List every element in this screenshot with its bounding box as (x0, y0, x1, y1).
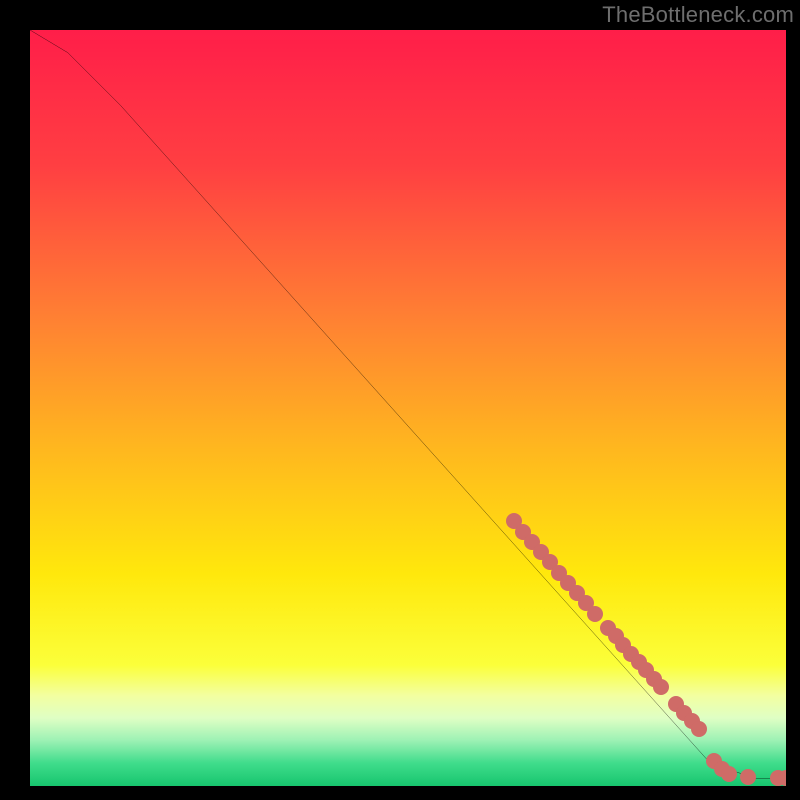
bottleneck-curve (30, 30, 786, 786)
curve-marker (740, 769, 756, 785)
chart-frame: TheBottleneck.com (0, 0, 800, 800)
plot-area (30, 30, 786, 786)
watermark-text: TheBottleneck.com (602, 2, 794, 28)
